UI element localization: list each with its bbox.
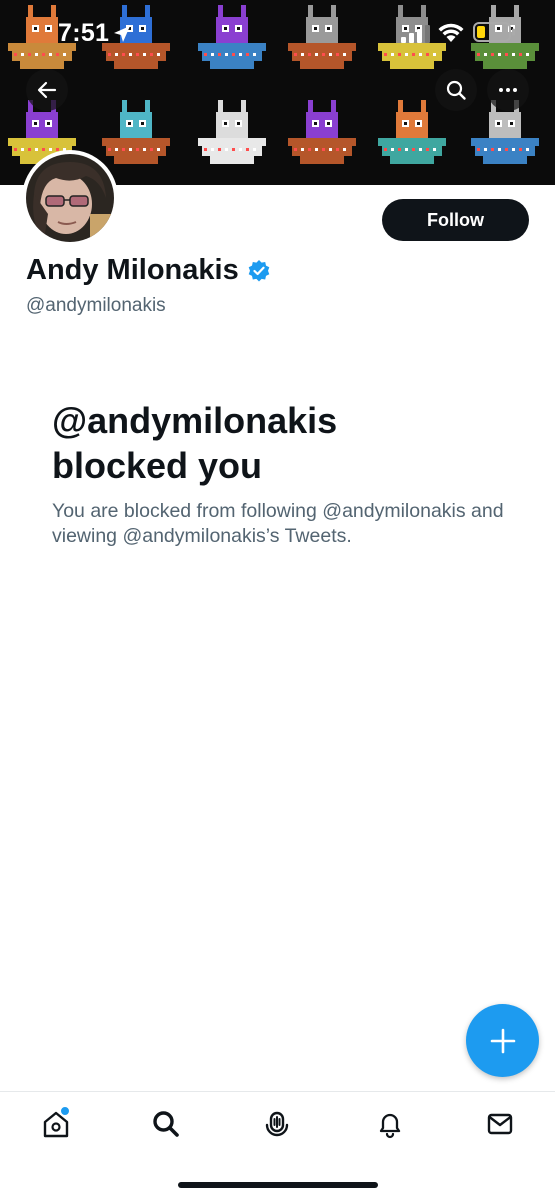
plus-icon (490, 1028, 515, 1053)
blocked-title-line2: blocked you (52, 445, 263, 486)
profile-handle: @andymilonakis (26, 295, 166, 316)
arrow-left-icon (37, 81, 57, 99)
display-name-text: Andy Milonakis (26, 254, 239, 286)
compose-tweet-button[interactable] (466, 1004, 539, 1077)
battery-icon (473, 22, 515, 42)
cellular-signal-icon (401, 25, 430, 43)
blocked-title: @andymilonakis blocked you (52, 398, 512, 488)
status-bar: 7:51 (0, 0, 555, 66)
spaces-icon (265, 1111, 289, 1137)
wifi-icon (438, 23, 464, 42)
mail-icon (487, 1113, 513, 1135)
tab-notifications[interactable] (372, 1106, 408, 1142)
verified-badge-icon[interactable] (247, 259, 271, 283)
search-icon (153, 1111, 179, 1137)
profile-name: Andy Milonakis (26, 254, 271, 287)
search-button[interactable] (435, 69, 477, 111)
avatar[interactable] (22, 150, 118, 246)
more-horizontal-icon (499, 88, 517, 92)
location-arrow-icon (114, 26, 130, 42)
avatar-photo (26, 154, 114, 242)
status-time: 7:51 (58, 19, 110, 47)
tab-home[interactable] (38, 1106, 74, 1142)
home-indicator[interactable] (178, 1182, 378, 1188)
tab-messages[interactable] (482, 1106, 518, 1142)
follow-button[interactable]: Follow (382, 199, 529, 241)
tab-spaces[interactable] (259, 1106, 295, 1142)
blocked-message: You are blocked from following @andymilo… (52, 500, 504, 547)
search-icon (446, 80, 466, 100)
blocked-title-line1: @andymilonakis (52, 400, 338, 441)
tab-explore[interactable] (148, 1106, 184, 1142)
back-button[interactable] (26, 69, 68, 111)
bell-icon (379, 1113, 401, 1139)
more-button[interactable] (487, 69, 529, 111)
home-notification-dot (60, 1106, 70, 1116)
